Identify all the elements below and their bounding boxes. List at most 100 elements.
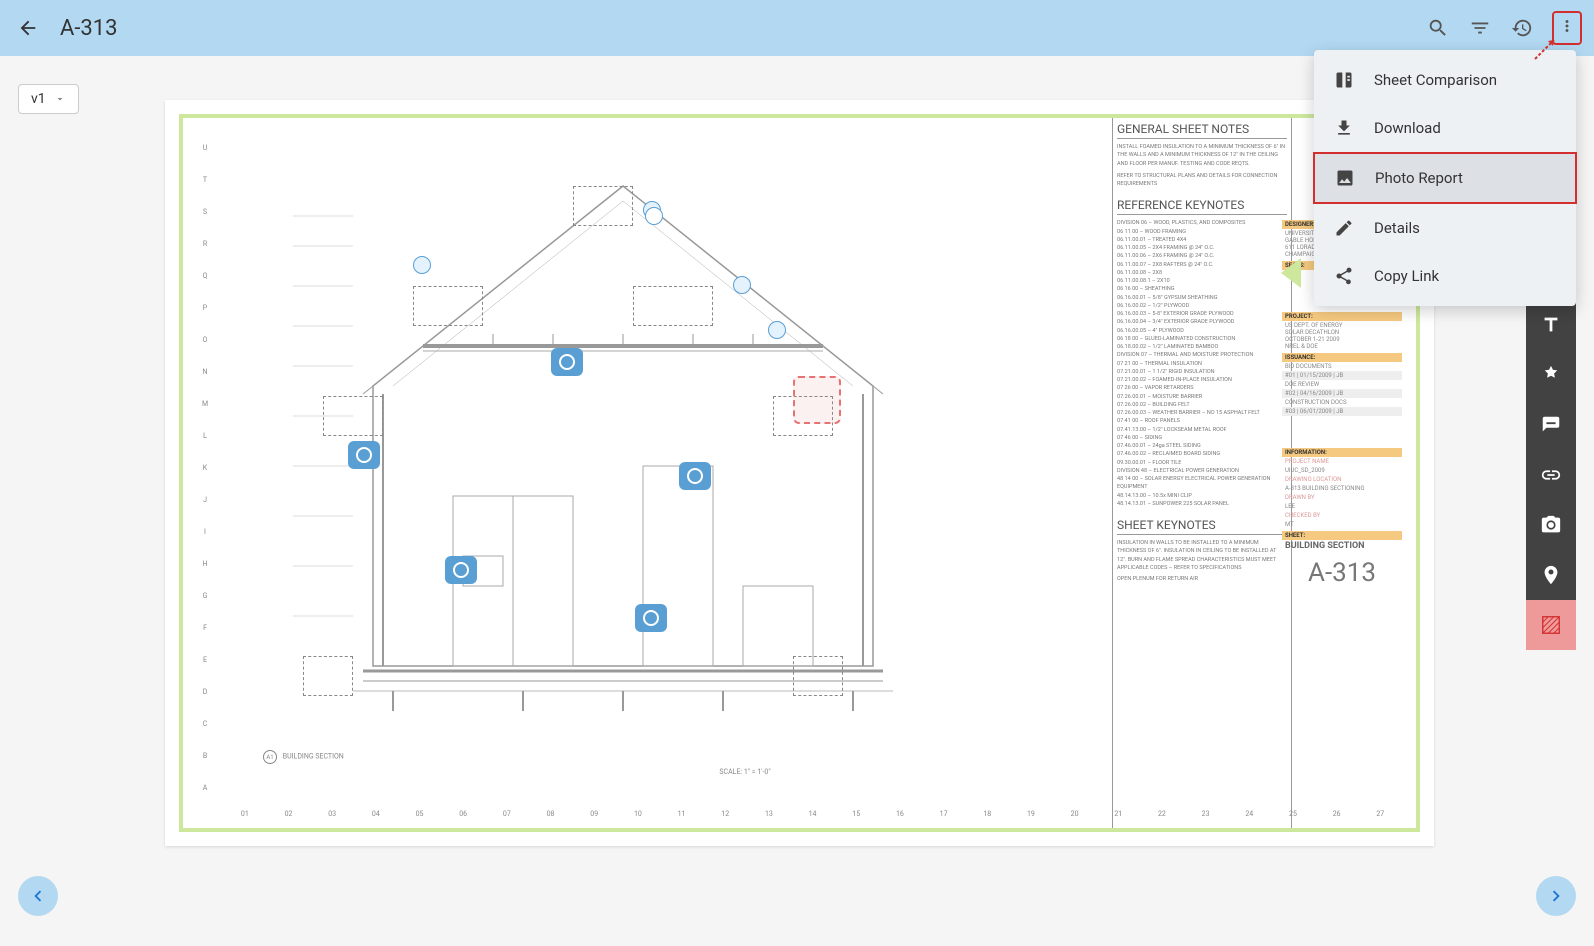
tool-note[interactable]	[1526, 400, 1576, 450]
detail-callout-box	[633, 286, 713, 326]
menu-sheet-comparison[interactable]: Sheet Comparison	[1314, 56, 1576, 104]
filter-button[interactable]	[1468, 16, 1492, 40]
keynote-line: 06.16.00.02 – 1/2" PLYWOOD	[1117, 302, 1287, 310]
ruler-tick: C	[197, 708, 213, 740]
markup-stamp[interactable]	[793, 376, 841, 424]
keynote-line: 06.16.00.05 – 4" PLYWOOD	[1117, 327, 1287, 335]
keynote-line: 07 41 00 – ROOF PANELS	[1117, 417, 1287, 425]
tb-project-name: UIUC_SD_2009	[1282, 466, 1402, 475]
ruler-tick: 01	[223, 810, 267, 818]
sheet-border: UTSRQPONMLKJIHGFEDCBA	[179, 114, 1420, 832]
ruler-tick: 17	[922, 810, 966, 818]
camera-marker[interactable]	[348, 441, 380, 469]
reference-keynotes-header: REFERENCE KEYNOTES	[1117, 198, 1287, 215]
tb-cd-rev: #03 | 06/01/2009 | JB	[1282, 407, 1402, 416]
tb-checked-by-label: CHECKED BY	[1282, 511, 1402, 520]
sheet-keynote: OPEN PLENUM FOR RETURN AIR	[1117, 575, 1287, 583]
menu-details[interactable]: Details	[1314, 204, 1576, 252]
camera-marker[interactable]	[551, 348, 583, 376]
keynote-line: 06.11.00.08 – 2X8	[1117, 269, 1287, 277]
ruler-tick: D	[197, 676, 213, 708]
next-sheet-button[interactable]	[1536, 876, 1576, 916]
ruler-tick: 24	[1227, 810, 1271, 818]
gear-icon	[1540, 364, 1562, 386]
prev-sheet-button[interactable]	[18, 876, 58, 916]
keynote-callout	[413, 256, 431, 274]
download-icon	[1334, 118, 1354, 138]
menu-copy-link[interactable]: Copy Link	[1314, 252, 1576, 300]
tool-link[interactable]	[1526, 450, 1576, 500]
keynote-line: 07.26.00.03 – WEATHER BARRIER – NO 15 AS…	[1117, 409, 1287, 417]
tb-info-label: INFORMATION:	[1282, 448, 1402, 457]
tb-project-label: PROJECT:	[1282, 312, 1402, 321]
link-icon	[1540, 464, 1562, 486]
keynote-line: 06.16.00.04 – 3/4" EXTERIOR GRADE PLYWOO…	[1117, 318, 1287, 326]
more-dropdown-menu: Sheet Comparison Download Photo Report D…	[1314, 50, 1576, 306]
tb-doe-rev: #02 | 04/16/2009 | JB	[1282, 389, 1402, 398]
ruler-tick: 08	[529, 810, 573, 818]
chevron-down-icon	[54, 93, 66, 105]
keynote-line: 07 21 00 – THERMAL INSULATION	[1117, 360, 1287, 368]
ruler-tick: I	[197, 516, 213, 548]
menu-label: Download	[1374, 119, 1441, 137]
ruler-tick: K	[197, 452, 213, 484]
ruler-tick: G	[197, 580, 213, 612]
search-button[interactable]	[1426, 16, 1450, 40]
ruler-tick: T	[197, 164, 213, 196]
ruler-tick: 06	[441, 810, 485, 818]
ruler-tick: 23	[1184, 810, 1228, 818]
chevron-left-icon	[27, 885, 49, 907]
tb-sheet-label: SHEET:	[1282, 531, 1402, 540]
page-title: A-313	[60, 16, 118, 41]
ruler-tick: B	[197, 740, 213, 772]
camera-marker[interactable]	[635, 604, 667, 632]
notes-panel: GENERAL SHEET NOTES INSTALL FOAMED INSUL…	[1112, 118, 1292, 828]
sheet-viewer[interactable]: UTSRQPONMLKJIHGFEDCBA	[165, 100, 1434, 846]
menu-photo-report[interactable]: Photo Report	[1313, 152, 1577, 204]
keynote-line: 07.46.00.01 – 24ga STEEL SIDING	[1117, 442, 1287, 450]
app-header: A-313	[0, 0, 1594, 56]
location-icon	[1540, 564, 1562, 586]
ruler-tick: 10	[616, 810, 660, 818]
tool-shapes[interactable]	[1526, 350, 1576, 400]
tool-camera[interactable]	[1526, 500, 1576, 550]
ruler-tick: R	[197, 228, 213, 260]
tb-sheet-number: A-313	[1282, 552, 1402, 594]
keynote-line: 07.21.00.02 – FOAMED-IN-PLACE INSULATION	[1117, 376, 1287, 384]
tool-location[interactable]	[1526, 550, 1576, 600]
keynote-line: 06.11.00.01 – TREATED 4X4	[1117, 236, 1287, 244]
keynote-line: 06 11 00 – WOOD FRAMING	[1117, 228, 1287, 236]
camera-marker[interactable]	[445, 556, 477, 584]
ruler-tick: 19	[1009, 810, 1053, 818]
menu-label: Details	[1374, 219, 1420, 237]
general-notes-header: GENERAL SHEET NOTES	[1117, 122, 1287, 139]
search-icon	[1427, 17, 1449, 39]
chevron-right-icon	[1545, 885, 1567, 907]
ruler-tick: 25	[1271, 810, 1315, 818]
version-selector[interactable]: v1	[18, 84, 79, 114]
revision-marker	[1281, 258, 1301, 288]
keynote-line: 06.16.00.01 – 5/8" GYPSUM SHEATHING	[1117, 294, 1287, 302]
ruler-tick: 21	[1096, 810, 1140, 818]
back-button[interactable]	[16, 16, 40, 40]
ruler-tick: 05	[398, 810, 442, 818]
keynote-callout	[733, 276, 751, 294]
vertical-ruler: UTSRQPONMLKJIHGFEDCBA	[197, 132, 213, 804]
history-button[interactable]	[1510, 16, 1534, 40]
general-note-text: REFER TO STRUCTURAL PLANS AND DETAILS FO…	[1117, 172, 1287, 189]
tb-cd: CONSTRUCTION DOCS	[1282, 398, 1402, 407]
ruler-tick: 02	[267, 810, 311, 818]
ruler-tick: S	[197, 196, 213, 228]
tool-hatch[interactable]	[1526, 600, 1576, 650]
camera-marker[interactable]	[679, 462, 711, 490]
ruler-tick: 15	[834, 810, 878, 818]
ruler-tick: 27	[1358, 810, 1402, 818]
tool-text[interactable]	[1526, 300, 1576, 350]
menu-label: Photo Report	[1375, 169, 1463, 187]
ruler-tick: J	[197, 484, 213, 516]
menu-download[interactable]: Download	[1314, 104, 1576, 152]
tb-project: US DEPT. OF ENERGY SOLAR DECATHLON OCTOB…	[1282, 321, 1402, 351]
ruler-tick: 11	[660, 810, 704, 818]
general-note-text: INSTALL FOAMED INSULATION TO A MINIMUM T…	[1117, 143, 1287, 168]
more-button[interactable]	[1552, 11, 1582, 45]
